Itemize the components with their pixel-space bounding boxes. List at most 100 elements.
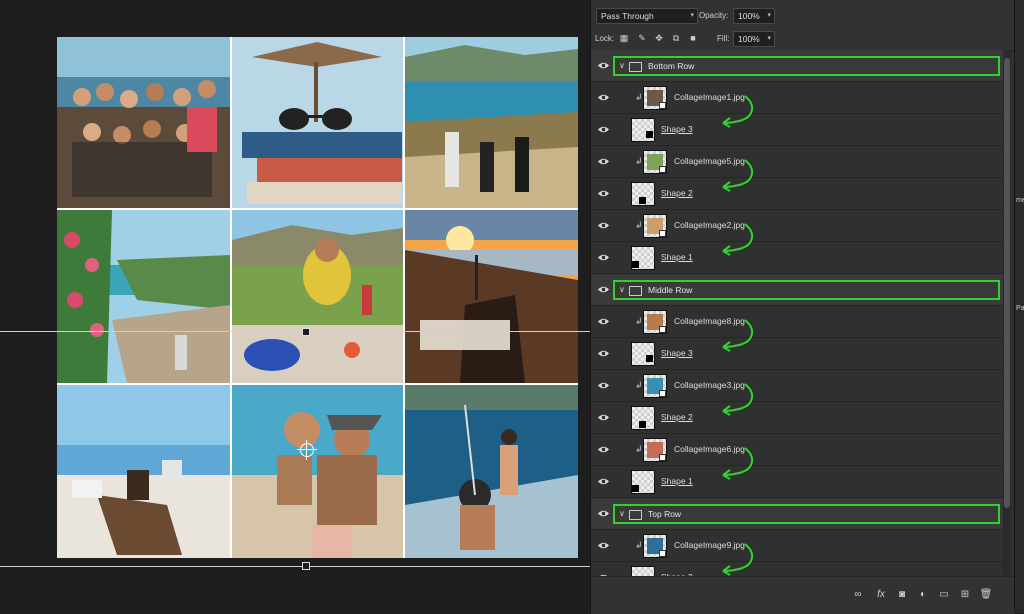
visibility-eye-icon[interactable] [598,444,609,455]
layer-row[interactable]: Shape 1 [591,242,1003,274]
layers-panel-footer: ∞ fx ◙ ◐ ▭ ⊞ 🗑 [591,576,1015,614]
expand-chevron-icon[interactable]: ∨ [619,509,625,518]
lock-position-icon[interactable]: ✥ [654,33,664,43]
collage-cell-5[interactable] [232,210,403,383]
smart-object-icon [659,454,666,461]
lock-label: Lock: [595,34,614,43]
expand-chevron-icon[interactable]: ∨ [619,285,625,294]
visibility-eye-icon[interactable] [598,156,609,167]
layer-name: Shape 1 [661,476,693,486]
visibility-eye-icon[interactable] [598,508,609,519]
collage-cell-8[interactable] [232,385,403,558]
annotation-arrow-icon [719,222,759,256]
visibility-eye-icon[interactable] [598,412,609,423]
layer-row[interactable]: ↲CollageImage9.jpg [591,530,1003,562]
chevron-down-icon: ▾ [690,9,694,23]
folder-icon [629,62,642,72]
folder-icon [629,286,642,296]
shape-thumbnail [631,566,655,576]
layer-row[interactable]: Shape 2 [591,402,1003,434]
layer-row[interactable]: ↲CollageImage6.jpg [591,434,1003,466]
collapsed-panel-strip[interactable]: me Pa [1014,0,1024,613]
document-canvas[interactable] [0,0,590,613]
lock-transparent-pixels-icon[interactable]: ▦ [619,33,629,43]
visibility-eye-icon[interactable] [598,60,609,71]
group-name: Middle Row [648,285,692,295]
expand-chevron-icon[interactable]: ∨ [619,61,625,70]
smart-object-icon [659,550,666,557]
mask-icon[interactable]: ◙ [895,588,909,602]
visibility-eye-icon[interactable] [598,476,609,487]
shape-fill [639,421,646,428]
adjustment-icon[interactable]: ◐ [916,588,930,602]
shape-fill [646,131,653,138]
link-icon[interactable]: ∞ [851,588,865,602]
lock-image-pixels-icon[interactable]: ✎ [637,33,647,43]
sunset-camera-photo [405,210,578,383]
layer-row[interactable]: ↲CollageImage3.jpg [591,370,1003,402]
layer-row[interactable]: Shape 3 [591,338,1003,370]
scrollbar-thumb[interactable] [1004,58,1010,508]
layer-group-row[interactable]: ∨Top Row [591,498,1003,530]
trash-icon[interactable]: 🗑 [979,588,993,602]
visibility-eye-icon[interactable] [598,92,609,103]
annotation-arrow-icon [719,446,759,480]
layers-scrollbar[interactable] [1003,50,1011,576]
lock-artboard-icon[interactable]: ⧉ [671,33,681,43]
chevron-down-icon: ▾ [767,9,771,23]
layer-thumbnail [643,150,667,174]
layer-name: Shape 2 [661,188,693,198]
shape-thumbnail [631,246,655,270]
opacity-field[interactable]: 100% ▾ [733,8,775,24]
collage-cell-2[interactable] [232,37,403,208]
collage-cell-6[interactable] [405,210,578,383]
waterski-photo [405,385,578,558]
blend-mode-dropdown[interactable]: Pass Through ▾ [596,8,698,24]
layer-row[interactable]: ↲CollageImage2.jpg [591,210,1003,242]
shape-fill [646,355,653,362]
fx-icon[interactable]: fx [874,588,888,602]
visibility-eye-icon[interactable] [598,316,609,327]
layer-row[interactable]: Shape 3 [591,114,1003,146]
fill-field[interactable]: 100% ▾ [733,31,775,47]
transform-handle-top[interactable] [302,328,310,336]
fill-value: 100% [738,34,760,44]
collage-cell-3[interactable] [405,37,578,208]
collage-cell-9[interactable] [405,385,578,558]
selection-edge-bottom [0,566,590,567]
new-layer-icon[interactable]: ⊞ [958,588,972,602]
strip-label-1: me [1016,197,1024,204]
visibility-eye-icon[interactable] [598,540,609,551]
opacity-value: 100% [738,11,760,21]
visibility-eye-icon[interactable] [598,124,609,135]
layer-row[interactable]: Shape 3 [591,562,1003,576]
layers-list[interactable]: ∨Bottom Row↲CollageImage1.jpgShape 3↲Col… [591,50,1003,576]
visibility-eye-icon[interactable] [598,188,609,199]
guide-line-horizontal[interactable] [0,331,590,332]
photo-collage[interactable] [57,37,578,558]
layer-thumbnail [643,374,667,398]
layer-thumbnail [643,534,667,558]
folder-icon [629,510,642,520]
transform-reference-point[interactable] [300,443,314,457]
smart-object-icon [659,230,666,237]
layer-group-row[interactable]: ∨Bottom Row [591,50,1003,82]
collage-cell-1[interactable] [57,37,230,208]
collage-cell-4[interactable] [57,210,230,383]
folder-icon[interactable]: ▭ [937,588,951,602]
visibility-eye-icon[interactable] [598,220,609,231]
visibility-eye-icon[interactable] [598,380,609,391]
transform-handle-bottom[interactable] [302,562,310,570]
layer-group-row[interactable]: ∨ Middle Row [591,274,1003,306]
visibility-eye-icon[interactable] [598,284,609,295]
layer-row[interactable]: ↲CollageImage1.jpg [591,82,1003,114]
layers-panel-options: Pass Through ▾ Opacity: 100% ▾ Lock: ▦ ✎… [591,0,1015,51]
visibility-eye-icon[interactable] [598,348,609,359]
collage-cell-7[interactable] [57,385,230,558]
layer-row[interactable]: Shape 1 [591,466,1003,498]
layer-row[interactable]: ↲CollageImage8.jpg [591,306,1003,338]
layer-row[interactable]: Shape 2 [591,178,1003,210]
layer-row[interactable]: ↲CollageImage5.jpg [591,146,1003,178]
visibility-eye-icon[interactable] [598,252,609,263]
lock-all-icon[interactable]: ■ [688,33,698,43]
